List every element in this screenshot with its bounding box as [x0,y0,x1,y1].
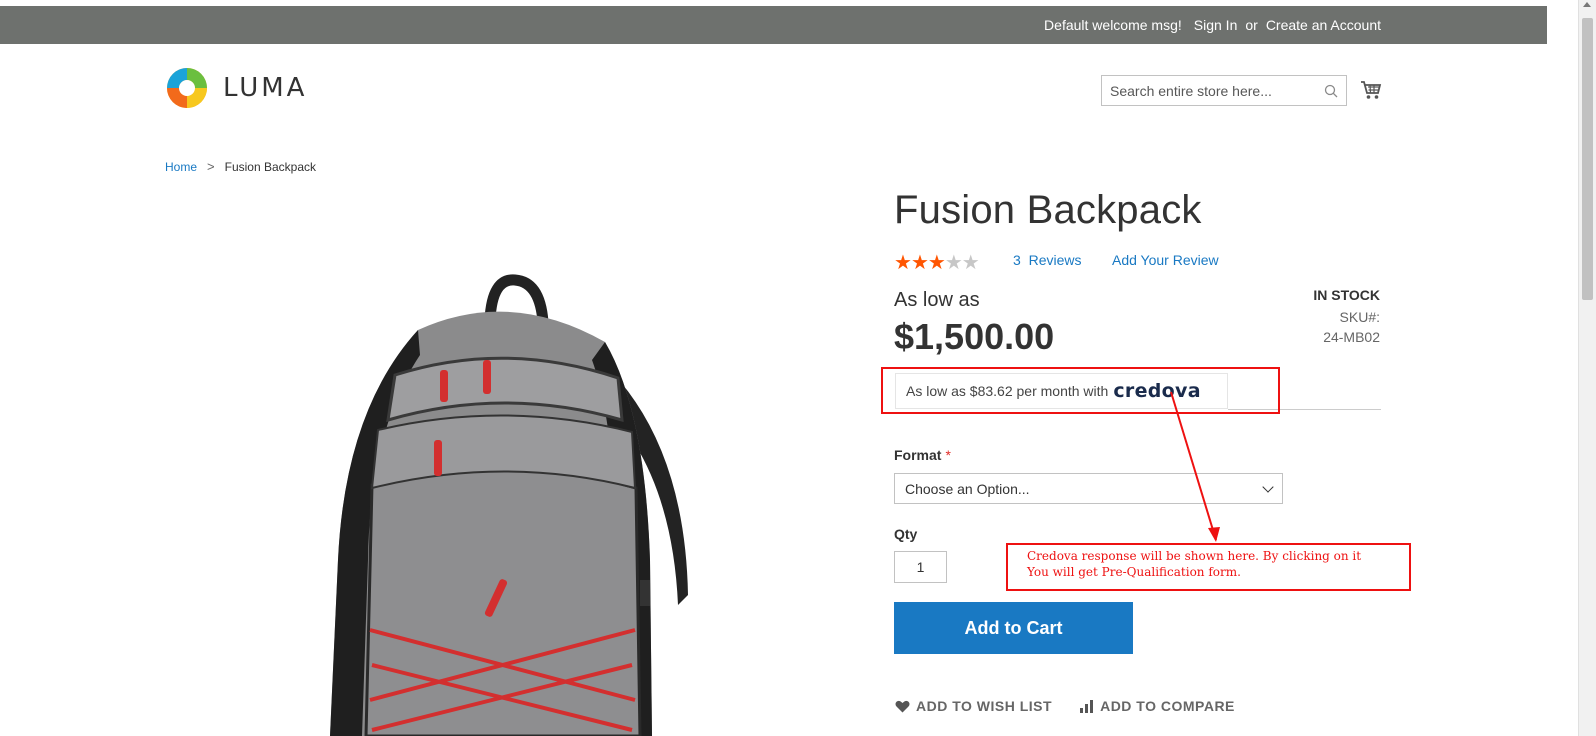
sku-value: 24-MB02 [1323,329,1380,345]
star-empty-icon: ★ [961,250,980,274]
welcome-message: Default welcome msg! [1044,17,1182,33]
qty-label: Qty [894,526,918,542]
cart-icon[interactable] [1360,79,1382,101]
annotation-line-1: Credova response will be shown here. By … [1027,549,1362,563]
logo-text: LUMA [223,73,308,103]
panel-links: Default welcome msg! Sign In or Create a… [1044,6,1381,44]
star-empty-icon: ★ [944,250,963,274]
star-filled-icon: ★ [927,250,946,274]
rating-stars: ★★★★★ [894,250,980,274]
annotation-line-2: You will get Pre-Qualification form. [1027,565,1241,579]
required-asterisk: * [945,447,951,463]
sku-label: SKU#: [1339,309,1380,325]
breadcrumb-current: Fusion Backpack [224,159,316,174]
compare-icon [1080,699,1094,713]
format-label: Format * [894,447,951,463]
product-actions: ADD TO WISH LIST ADD TO COMPARE [895,698,1235,714]
annotation-highlight-box [881,367,1280,414]
add-to-cart-button[interactable]: Add to Cart [894,602,1133,654]
scroll-up-arrow-icon[interactable] [1583,2,1591,7]
format-select[interactable]: Choose an Option... [894,473,1283,504]
reviews-count: 3 [1013,252,1021,268]
sign-in-link[interactable]: Sign In [1194,17,1238,33]
breadcrumb-home-link[interactable]: Home [165,160,197,174]
panel-header: Default welcome msg! Sign In or Create a… [0,6,1547,44]
stock-status: IN STOCK [1313,287,1380,303]
vertical-scrollbar[interactable] [1578,0,1596,736]
scroll-thumb[interactable] [1582,18,1593,300]
search-input[interactable]: Search entire store here... [1101,75,1347,106]
create-account-link[interactable]: Create an Account [1266,17,1381,33]
format-select-value: Choose an Option... [905,480,1030,497]
annotation-arrow [1170,391,1220,542]
breadcrumb-separator: > [207,159,215,174]
product-image[interactable] [300,260,720,736]
search-placeholder: Search entire store here... [1110,82,1272,99]
heart-icon [895,700,910,712]
star-filled-icon: ★ [910,250,929,274]
logo[interactable]: LUMA [165,66,307,110]
reviews-link[interactable]: 3 Reviews [1013,252,1081,268]
compare-label: ADD TO COMPARE [1100,698,1235,714]
add-review-link[interactable]: Add Your Review [1112,252,1219,268]
or-text: or [1245,17,1258,33]
breadcrumb: Home > Fusion Backpack [165,159,316,174]
as-low-as-label: As low as [894,289,980,311]
luma-logo-icon [167,68,207,108]
wishlist-label: ADD TO WISH LIST [916,698,1053,714]
qty-input[interactable]: 1 [894,551,947,583]
annotation-note: Credova response will be shown here. By … [1006,543,1411,591]
search-icon[interactable] [1324,84,1338,98]
product-price: $1,500.00 [894,316,1055,357]
reviews-label: Reviews [1028,252,1082,268]
chevron-down-icon [1262,480,1274,493]
add-to-compare-link[interactable]: ADD TO COMPARE [1080,698,1235,714]
product-rating: ★★★★★ [894,250,980,274]
add-to-wishlist-link[interactable]: ADD TO WISH LIST [895,698,1052,714]
star-filled-icon: ★ [894,250,912,274]
product-title: Fusion Backpack [894,188,1202,232]
format-label-text: Format [894,447,942,463]
